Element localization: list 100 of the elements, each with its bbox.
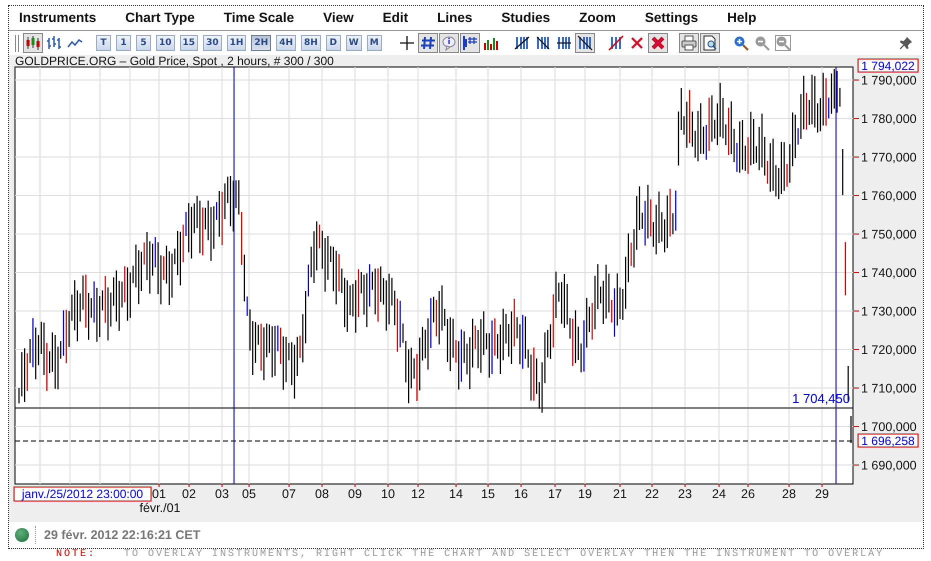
x-axis-label: 10 <box>381 487 395 501</box>
bar-chart-icon <box>46 35 62 51</box>
print-button[interactable] <box>678 33 699 53</box>
page-magnifier-icon <box>702 35 718 51</box>
axis-tick <box>248 484 250 488</box>
y-axis-label: 1 750,000 <box>861 228 917 242</box>
menu-item[interactable]: View <box>323 8 354 28</box>
axis-tick <box>584 484 586 488</box>
axis-tick <box>854 464 860 466</box>
info-bubble-icon <box>440 35 457 51</box>
high-price-marker: 1 794,022 <box>858 58 918 73</box>
interval-button[interactable]: 30 <box>203 35 222 51</box>
last-price-marker: 1 696,258 <box>858 434 918 448</box>
y-axis-label: 1 700,000 <box>861 420 917 434</box>
x-axis-label: 05 <box>242 487 256 501</box>
x-axis-label: 14 <box>449 487 463 501</box>
interval-button[interactable]: 10 <box>156 35 175 51</box>
cursor-date-marker: janv./25/2012 23:00:00 <box>14 486 152 502</box>
month-label: févr./01 <box>140 501 180 515</box>
axis-tick <box>158 484 160 488</box>
axis-tick <box>354 484 356 488</box>
x-axis-label: 29 <box>815 487 829 501</box>
interval-button[interactable]: 1H <box>226 35 246 51</box>
axis-tick <box>854 272 860 273</box>
x-axis-label: 09 <box>348 487 362 501</box>
x-axis-label: 22 <box>645 487 659 501</box>
menu-item[interactable]: Time Scale <box>224 8 294 28</box>
x-axis-label: 24 <box>712 487 726 501</box>
status-time: 29 févr. 2012 22:16:21 CET <box>44 526 200 544</box>
axis-tick <box>718 484 720 488</box>
menu-item[interactable]: Studies <box>501 8 550 28</box>
axis-tick <box>788 484 790 488</box>
y-axis-label: 1 780,000 <box>861 112 917 126</box>
delete-all-icon <box>650 35 666 51</box>
x-axis-label: 12 <box>411 487 425 501</box>
interval-button[interactable]: M <box>366 35 382 51</box>
x-axis-label: 16 <box>514 487 528 501</box>
grid-button[interactable] <box>418 33 438 53</box>
interval-button[interactable]: W <box>346 35 362 51</box>
axis-tick <box>854 310 860 312</box>
axis-tick <box>854 349 860 350</box>
grid-bars-button[interactable] <box>460 33 480 53</box>
menu-item[interactable]: Edit <box>382 8 408 28</box>
x-axis-label: 19 <box>578 487 592 501</box>
y-axis-label: 1 730,000 <box>861 304 917 318</box>
erase-line-button[interactable] <box>606 33 626 53</box>
line-tool-button[interactable] <box>574 33 595 53</box>
axis-tick <box>554 484 556 488</box>
interval-button[interactable]: 2H <box>251 35 272 51</box>
x-axis-label: 21 <box>613 487 627 501</box>
x-axis-label: 07 <box>282 487 296 501</box>
interval-button[interactable]: 8H <box>300 35 321 51</box>
interval-button[interactable]: 5 <box>136 35 151 51</box>
interval-button[interactable]: 4H <box>276 35 296 51</box>
y-axis-label: 1 690,000 <box>861 458 917 472</box>
x-axis-label: 26 <box>741 487 755 501</box>
axis-tick <box>854 426 860 427</box>
menu-item[interactable]: Lines <box>437 8 472 28</box>
y-axis-label: 1 720,000 <box>861 343 917 357</box>
x-axis-label: 01 <box>152 487 166 501</box>
zoom-fit-icon <box>774 35 791 51</box>
close-icon <box>628 35 645 51</box>
erase-line-icon <box>608 35 624 51</box>
axis-tick <box>684 484 686 488</box>
x-axis-label: 23 <box>678 487 692 501</box>
axis-tick <box>520 484 522 488</box>
grid-bars-icon <box>462 35 478 51</box>
menu-item[interactable]: Instruments <box>19 8 96 28</box>
x-axis-label: 03 <box>215 487 229 501</box>
candlestick-chart-button[interactable] <box>23 33 43 53</box>
menu-item[interactable]: Help <box>727 8 756 28</box>
printer-icon <box>680 35 697 51</box>
volume-bars-icon <box>482 35 499 51</box>
x-axis-label: 28 <box>782 487 796 501</box>
zoom-out-icon <box>754 35 770 51</box>
y-axis-label: 1 710,000 <box>861 382 917 396</box>
menu-item[interactable]: Chart Type <box>125 8 195 28</box>
interval-button[interactable]: D <box>326 35 341 51</box>
axis-tick <box>854 118 860 119</box>
horizontal-line-icon <box>556 35 572 51</box>
interval-button[interactable]: 1 <box>116 35 131 51</box>
x-axis-label: 02 <box>182 487 196 501</box>
trend-line-icon <box>514 35 530 51</box>
pin-button[interactable] <box>897 34 915 52</box>
y-axis-label: 1 740,000 <box>861 266 917 280</box>
delete-all-button[interactable] <box>648 33 668 53</box>
interval-button[interactable]: 15 <box>180 35 198 51</box>
x-axis-label: 17 <box>548 487 562 501</box>
axis-tick <box>854 156 860 158</box>
menu-item[interactable]: Settings <box>644 8 698 28</box>
y-axis-label: 1 790,000 <box>861 74 917 88</box>
zoom-in-icon <box>732 35 749 51</box>
candlestick-icon <box>25 35 41 51</box>
info-button[interactable] <box>438 33 459 53</box>
interval-button[interactable]: T <box>96 35 111 51</box>
note-text: TO OVERLAY INSTRUMENTS, RIGHT CLICK THE CHART AND SELECT OVERLAY THEN THE INSTRUMENT TO OVERLAY <box>124 549 884 560</box>
print-preview-button[interactable] <box>700 33 720 53</box>
grid-icon <box>420 35 436 51</box>
menu-item[interactable]: Zoom <box>579 8 616 28</box>
axis-tick <box>188 484 190 488</box>
